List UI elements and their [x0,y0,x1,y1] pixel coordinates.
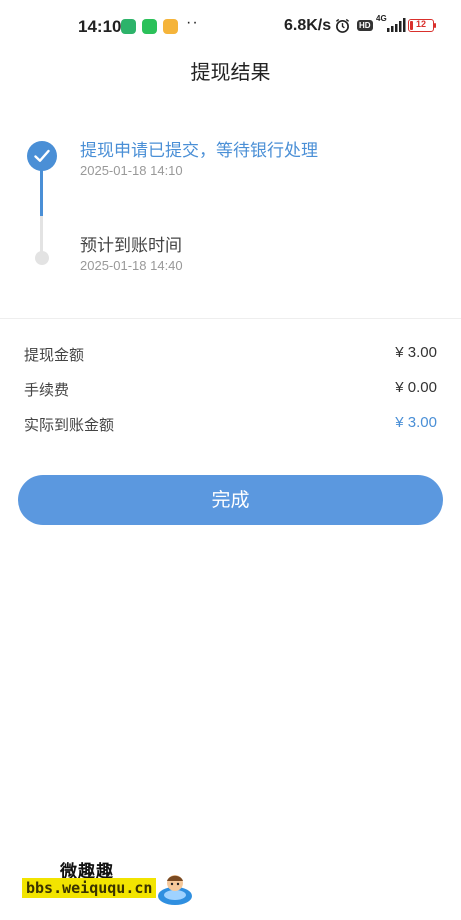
watermark-mascot-icon [158,875,192,905]
received-amount-value: ¥ 3.00 [395,414,437,431]
alarm-icon [335,18,350,33]
timeline-pending-line [40,216,43,256]
status-bar: 14:10 ·· 6.8K/s HD 4G 12 [0,0,461,52]
app-notification-icon [121,19,136,34]
step-submitted-title: 提现申请已提交，等待银行处理 [80,141,318,161]
battery-level: 12 [415,19,426,29]
withdraw-amount-value: ¥ 3.00 [395,344,437,361]
status-time: 14:10 [78,17,122,36]
step-submitted-time: 2025-01-18 14:10 [80,163,183,178]
done-button[interactable]: 完成 [18,475,443,525]
battery-icon: 12 [408,19,434,32]
fee-row: 手续费 ¥ 0.00 [24,379,437,403]
step-pending-dot-icon [35,251,49,265]
step-expected-time: 2025-01-18 14:40 [80,258,183,273]
fee-label: 手续费 [24,381,70,399]
hd-voice-icon: HD [357,20,373,31]
watermark-url: bbs.weiququ.cn [22,878,157,898]
section-divider [0,318,461,319]
signal-icon [387,18,406,32]
fee-value: ¥ 0.00 [395,379,437,396]
withdraw-amount-row: 提现金额 ¥ 3.00 [24,344,437,368]
network-speed: 6.8K/s [284,17,332,34]
step-done-check-icon [27,141,57,171]
step-expected-title: 预计到账时间 [80,236,182,256]
withdraw-amount-label: 提现金额 [24,346,85,364]
page-title: 提现结果 [190,60,271,84]
wechat-notification-icon [142,19,157,34]
more-notifications-indicator: ·· [186,14,199,31]
timeline-progress-line [40,168,43,216]
app-notification-icon [163,19,178,34]
received-amount-label: 实际到账金额 [24,416,115,434]
received-amount-row: 实际到账金额 ¥ 3.00 [24,414,437,438]
battery-cap [434,23,436,28]
